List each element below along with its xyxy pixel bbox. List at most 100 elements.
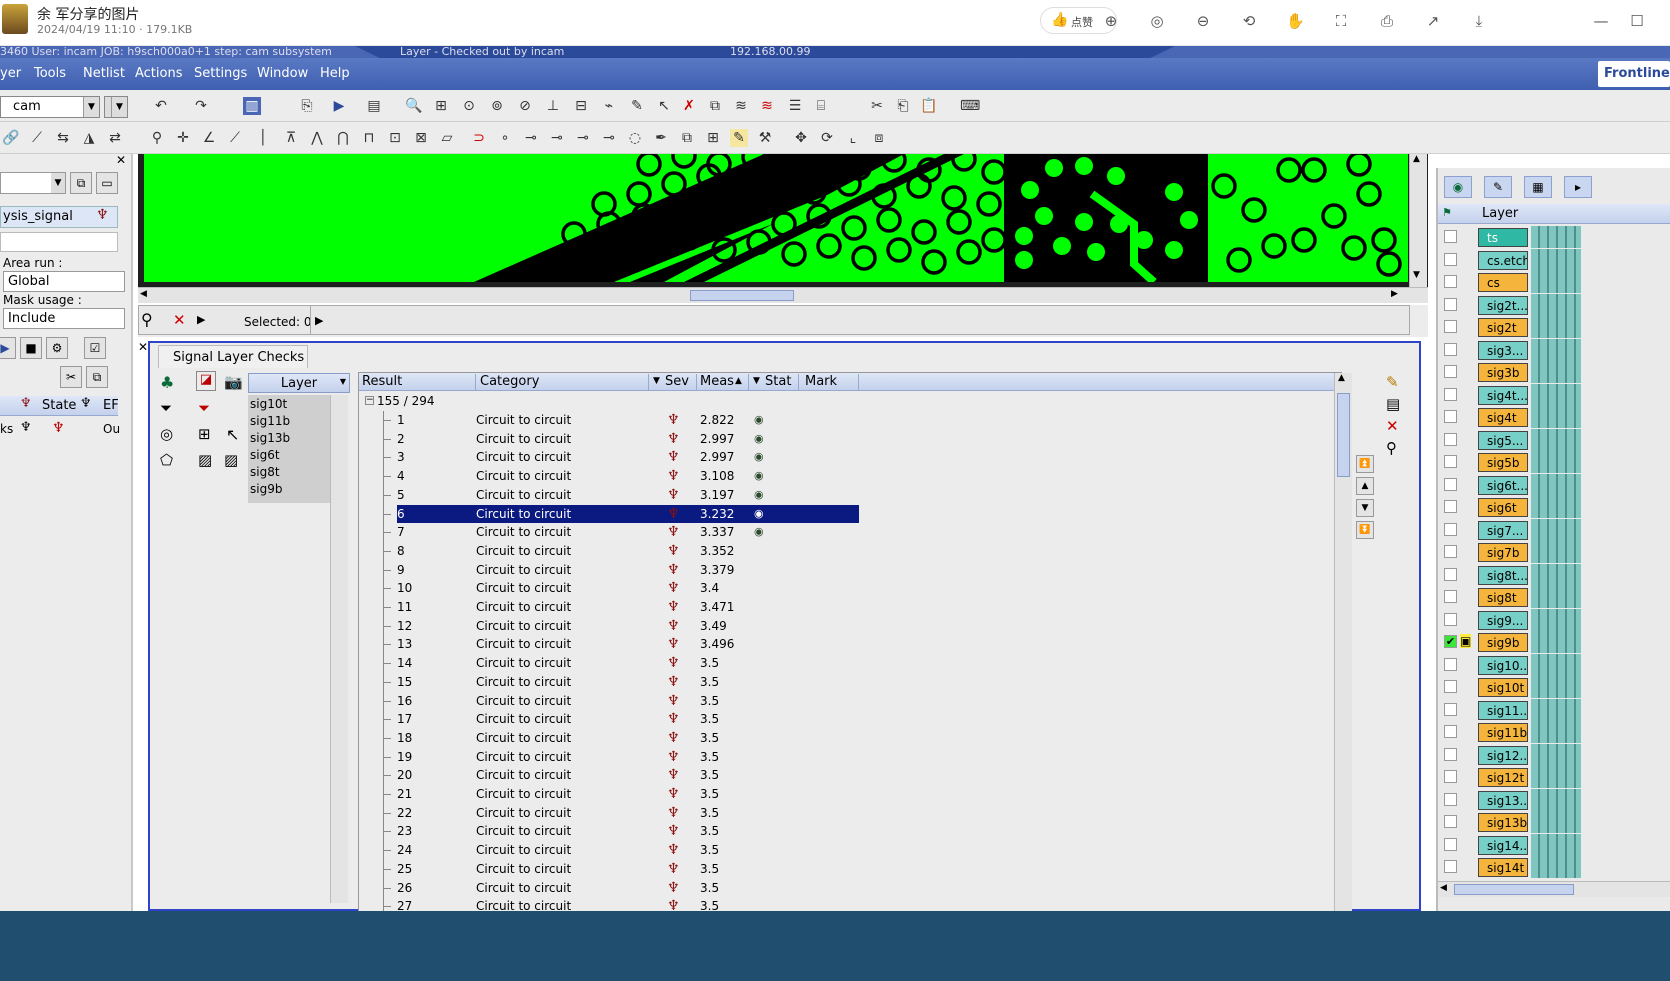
- dim-1-icon[interactable]: ⊼: [282, 129, 300, 147]
- redo-icon[interactable]: ↷: [192, 97, 210, 115]
- corner-icon[interactable]: ⌞: [844, 129, 862, 147]
- menu-layer[interactable]: yer: [0, 66, 21, 81]
- unselect-icon[interactable]: ✗: [680, 97, 698, 115]
- eye-icon[interactable]: ◉: [754, 507, 764, 520]
- result-row[interactable]: 26 Circuit to circuit ♆ 3.5: [359, 878, 1341, 898]
- minimize-icon[interactable]: —: [1592, 12, 1610, 30]
- menu-help[interactable]: Help: [320, 66, 350, 81]
- layer-checkbox[interactable]: [1444, 792, 1457, 806]
- edit-area2-icon[interactable]: ▨: [224, 451, 238, 469]
- layer-name[interactable]: ts: [1478, 228, 1528, 247]
- eye-icon[interactable]: ◉: [754, 525, 764, 538]
- result-row[interactable]: 24 Circuit to circuit ♆ 3.5: [359, 841, 1341, 861]
- scroll-right-icon[interactable]: ▶: [1391, 289, 1398, 299]
- result-row[interactable]: 17 Circuit to circuit ♆ 3.5: [359, 710, 1341, 730]
- layer-name[interactable]: sig5...: [1478, 430, 1528, 450]
- run-icon[interactable]: ▶: [330, 97, 348, 115]
- transform-icon[interactable]: ⇄: [106, 129, 124, 147]
- layer-checkbox[interactable]: [1444, 522, 1457, 536]
- filter-red-icon[interactable]: ⏷: [198, 399, 210, 417]
- layer-checkbox[interactable]: [1444, 320, 1457, 333]
- result-row[interactable]: 2 Circuit to circuit ♆ 2.997 ◉: [359, 429, 1341, 449]
- angle-icon[interactable]: ∠: [200, 129, 218, 147]
- result-row[interactable]: 10 Circuit to circuit ♆ 3.4: [359, 579, 1341, 599]
- layer-checkbox[interactable]: [1444, 680, 1457, 693]
- layer-filter-list[interactable]: sig10t sig11b sig13b sig6t sig8t sig9b: [248, 395, 330, 503]
- layer-row[interactable]: sig14...: [1438, 833, 1670, 856]
- layer-filter-item[interactable]: sig13b: [250, 431, 290, 445]
- result-row[interactable]: 4 Circuit to circuit ♆ 3.108 ◉: [359, 467, 1341, 487]
- dim-6-icon[interactable]: ⊠: [412, 129, 430, 147]
- col-mark[interactable]: Mark: [799, 374, 859, 391]
- frame-icon[interactable]: ⌸: [812, 97, 830, 115]
- layer-filter-item[interactable]: sig8t: [250, 465, 280, 479]
- rotate-icon[interactable]: ⟲: [1240, 12, 1258, 30]
- layer-row[interactable]: sig2t...: [1438, 293, 1670, 316]
- layer-row[interactable]: sig6t: [1438, 496, 1670, 518]
- result-row[interactable]: 13 Circuit to circuit ♆ 3.496: [359, 635, 1341, 655]
- layer-checkbox[interactable]: [1444, 590, 1457, 603]
- play-icon[interactable]: ▶: [0, 337, 16, 359]
- snap-4-icon[interactable]: ⊸: [574, 129, 592, 147]
- layer-row[interactable]: sig4t: [1438, 406, 1670, 428]
- scroll-left-icon[interactable]: ◀: [1440, 883, 1447, 893]
- zoom-fit-icon[interactable]: ⊙: [460, 97, 478, 115]
- scroll-left-icon[interactable]: ◀: [140, 289, 147, 299]
- dim-5-icon[interactable]: ⊡: [386, 129, 404, 147]
- eye-icon[interactable]: ◉: [754, 469, 764, 482]
- layers-icon[interactable]: ≋: [732, 97, 750, 115]
- list-icon[interactable]: ☰: [786, 97, 804, 115]
- layer-filter-item[interactable]: sig10t: [250, 397, 287, 411]
- area-icon[interactable]: ⊞: [198, 425, 211, 443]
- layer-row[interactable]: sig7b: [1438, 541, 1670, 563]
- zoom-in-icon[interactable]: ⊕: [1102, 12, 1120, 30]
- graphic-icon[interactable]: ⎘: [298, 97, 316, 115]
- layer-row[interactable]: sig3b: [1438, 361, 1670, 383]
- edit-icon[interactable]: ✎: [628, 97, 646, 115]
- line-icon[interactable]: ⟋: [28, 129, 46, 147]
- copy-icon[interactable]: ⧉: [86, 366, 108, 388]
- tab-edit-icon[interactable]: ✎: [1484, 176, 1512, 198]
- step-selector[interactable]: cam ▼: [0, 96, 100, 118]
- layer-row[interactable]: sig12...: [1438, 743, 1670, 766]
- layer-checkbox[interactable]: [1444, 837, 1457, 851]
- stop-icon[interactable]: ■: [20, 337, 42, 359]
- step-dropdown-button[interactable]: ▼: [104, 96, 128, 118]
- result-row[interactable]: 3 Circuit to circuit ♆ 2.997 ◉: [359, 448, 1341, 468]
- layer-filter-header[interactable]: Layer ▼: [248, 373, 350, 393]
- actual-size-icon[interactable]: ◎: [1148, 12, 1166, 30]
- check-icon[interactable]: ☑: [84, 337, 106, 359]
- probe-icon[interactable]: ⚲: [141, 310, 153, 329]
- layer-row[interactable]: sig8t: [1438, 586, 1670, 608]
- scroll-down-icon[interactable]: ▼: [1413, 270, 1420, 280]
- layer-name[interactable]: sig10t: [1478, 678, 1528, 697]
- layer-name[interactable]: sig3...: [1478, 340, 1528, 360]
- tree-icon[interactable]: ♣: [160, 373, 174, 392]
- report-icon[interactable]: ◪: [196, 371, 216, 391]
- next-result-icon[interactable]: ▼: [1356, 499, 1374, 517]
- cursor-icon[interactable]: ↖: [226, 425, 239, 444]
- slash-icon[interactable]: ⟋: [226, 129, 244, 147]
- layer-row[interactable]: cs.etch: [1438, 248, 1670, 271]
- menu-netlist[interactable]: Netlist: [83, 66, 125, 81]
- map-horizontal-scrollbar[interactable]: ◀ ▶: [138, 287, 1428, 303]
- layer-checkbox[interactable]: [1444, 860, 1457, 873]
- layer-checkbox[interactable]: [1444, 252, 1457, 266]
- clipboard-icon[interactable]: 📋: [920, 97, 938, 115]
- result-row[interactable]: 12 Circuit to circuit ♆ 3.49: [359, 616, 1341, 636]
- resize-icon[interactable]: ⧈: [870, 129, 888, 147]
- layer-row[interactable]: sig6t...: [1438, 473, 1670, 496]
- mask-usage-field[interactable]: Include: [3, 308, 125, 329]
- report-icon[interactable]: ▤: [365, 97, 383, 115]
- result-row[interactable]: 25 Circuit to circuit ♆ 3.5: [359, 859, 1341, 879]
- layer-row[interactable]: sig13b: [1438, 811, 1670, 833]
- layer-name[interactable]: sig4t: [1478, 408, 1528, 427]
- layer-name[interactable]: sig2t: [1478, 318, 1528, 337]
- layer-row[interactable]: sig4t...: [1438, 383, 1670, 406]
- edit-feat-icon[interactable]: ✎: [730, 129, 748, 147]
- result-row[interactable]: 1 Circuit to circuit ♆ 2.822 ◉: [359, 411, 1341, 430]
- mirror-icon[interactable]: ⇆: [54, 129, 72, 147]
- tab-signal-layer-checks[interactable]: Signal Layer Checks: [158, 345, 308, 368]
- net-icon[interactable]: ⌁: [600, 97, 618, 115]
- tools-feat-icon[interactable]: ⚒: [756, 129, 774, 147]
